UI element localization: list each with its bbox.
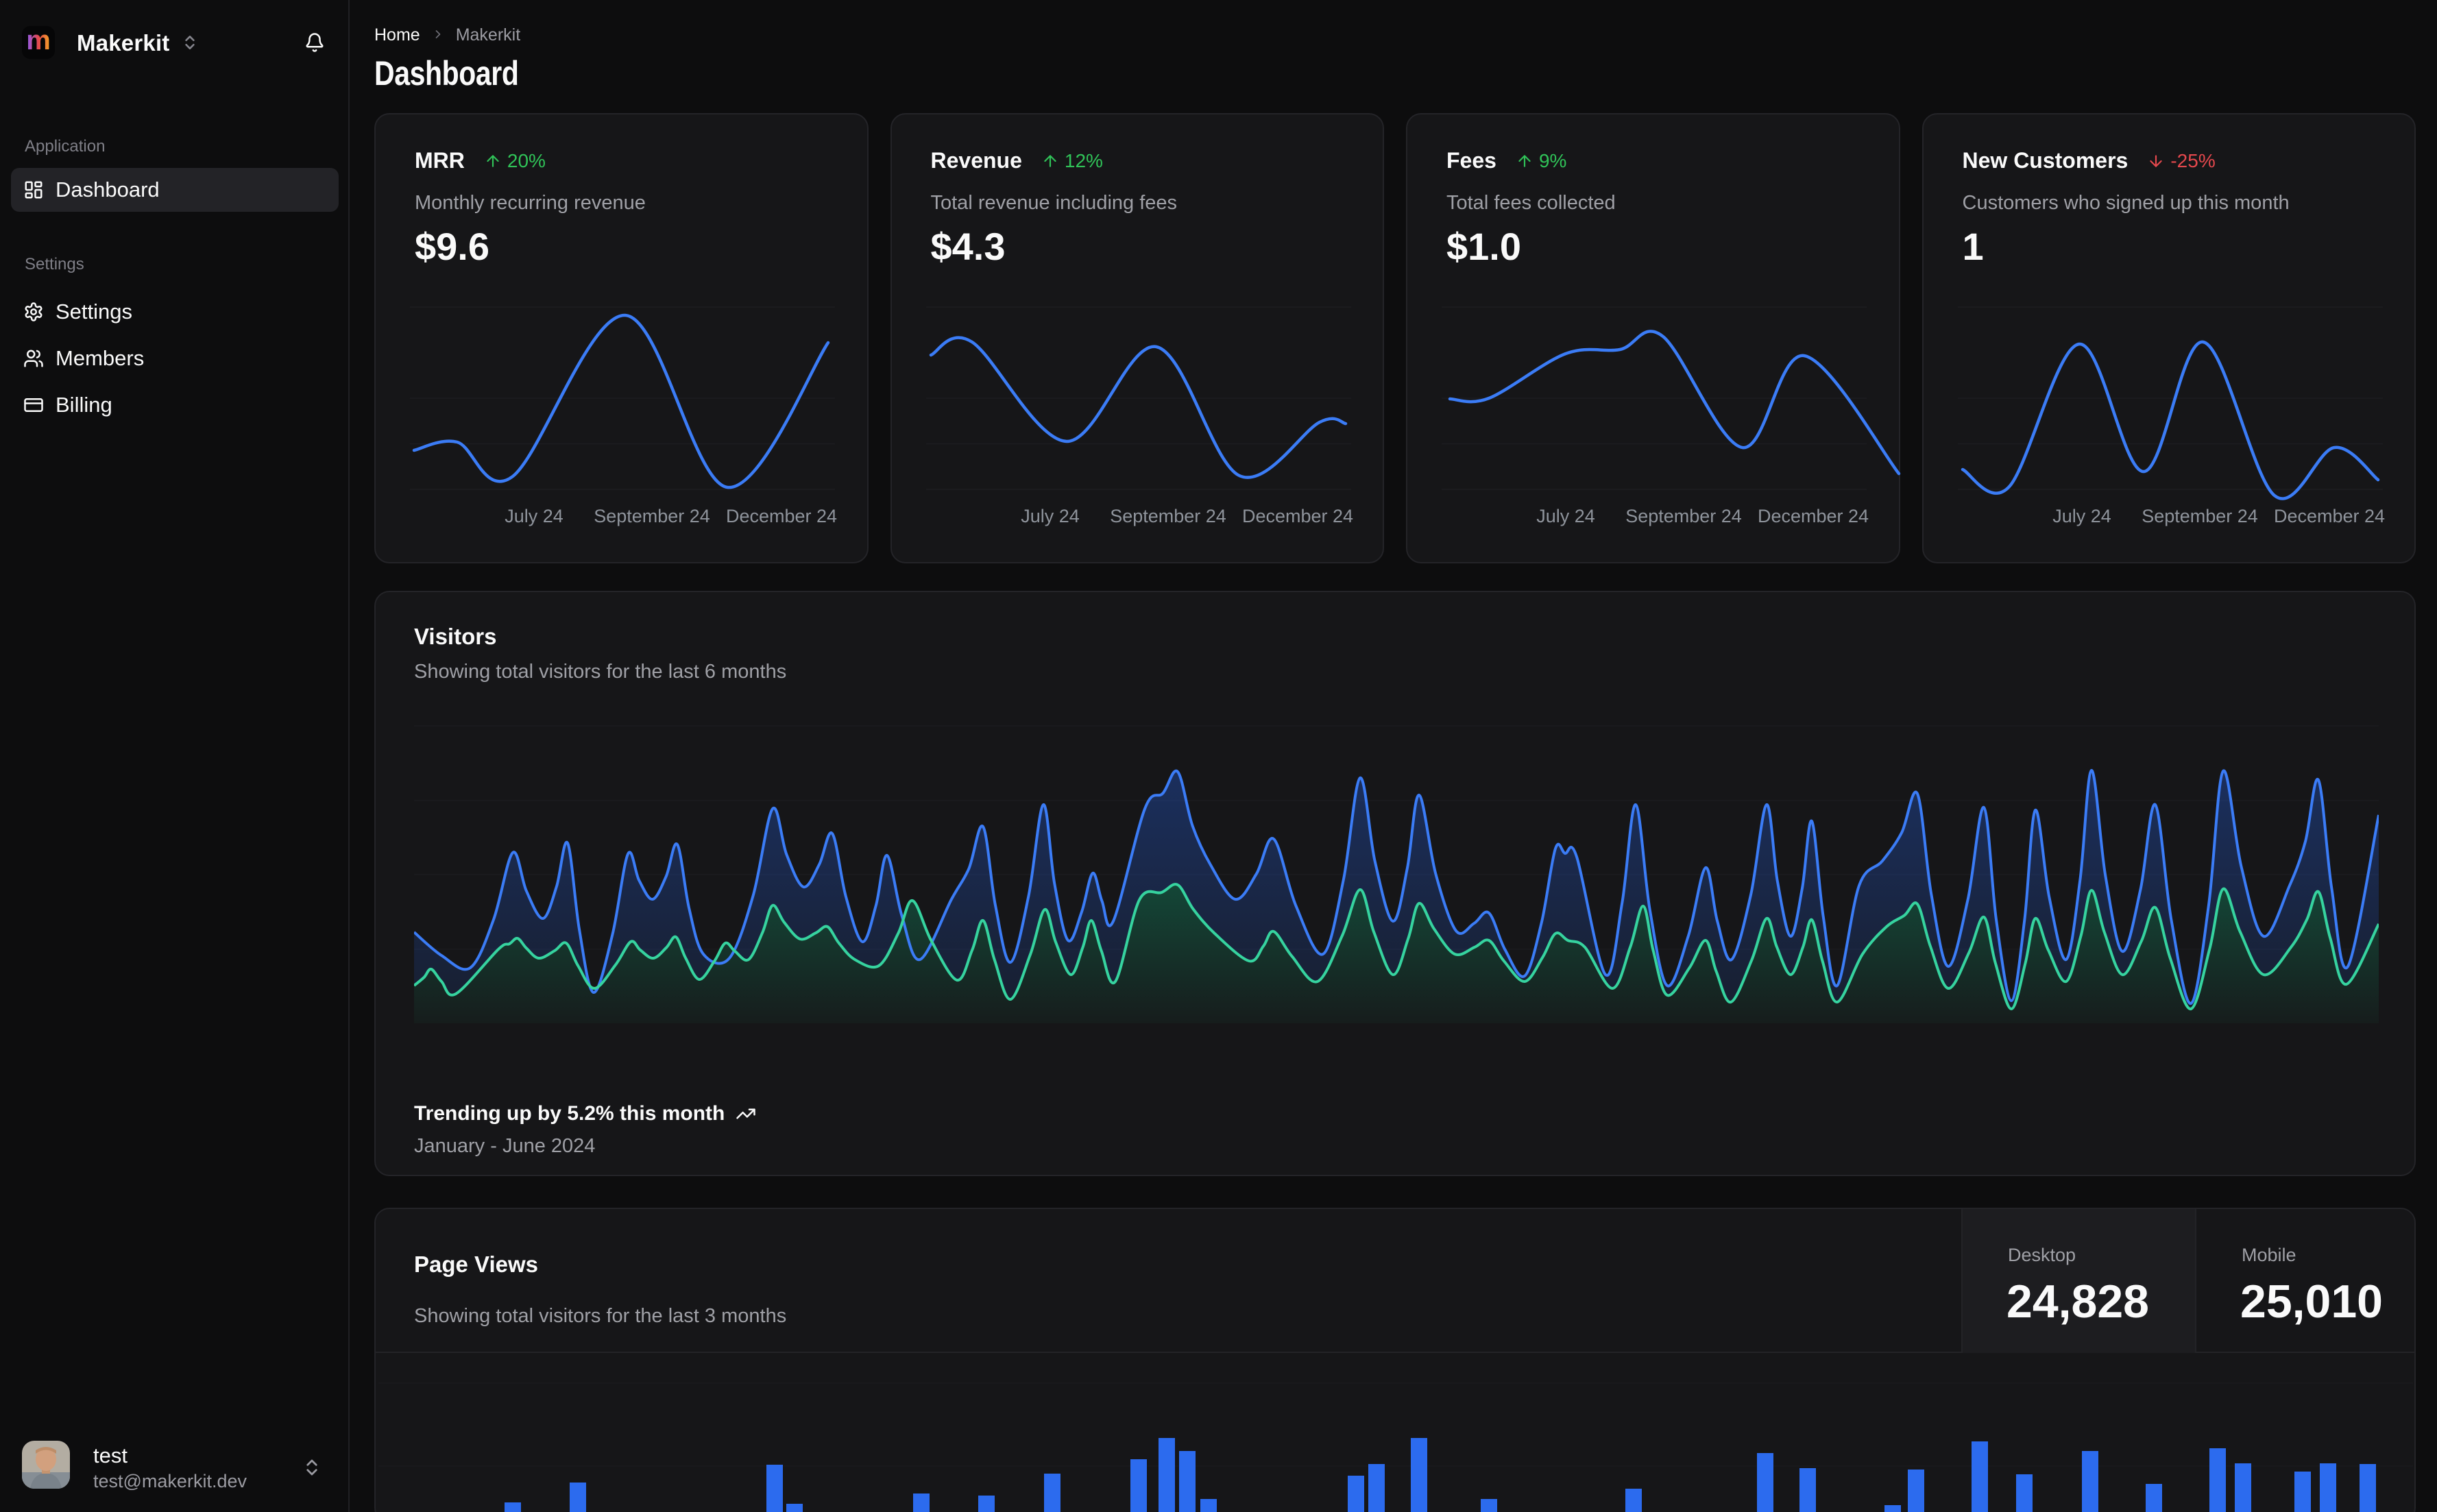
- svg-text:July 24: July 24: [1536, 506, 1595, 526]
- svg-text:December 24: December 24: [1758, 506, 1869, 526]
- svg-text:July 24: July 24: [1021, 506, 1080, 526]
- svg-text:September 24: September 24: [1625, 506, 1742, 526]
- svg-text:July 24: July 24: [505, 506, 563, 526]
- svg-text:December 24: December 24: [1241, 506, 1353, 526]
- svg-text:September 24: September 24: [1110, 506, 1226, 526]
- svg-text:July 24: July 24: [2052, 506, 2111, 526]
- svg-text:December 24: December 24: [726, 506, 837, 526]
- svg-text:September 24: September 24: [2142, 506, 2258, 526]
- svg-text:m: m: [26, 26, 51, 56]
- svg-text:September 24: September 24: [594, 506, 710, 526]
- svg-text:December 24: December 24: [2273, 506, 2384, 526]
